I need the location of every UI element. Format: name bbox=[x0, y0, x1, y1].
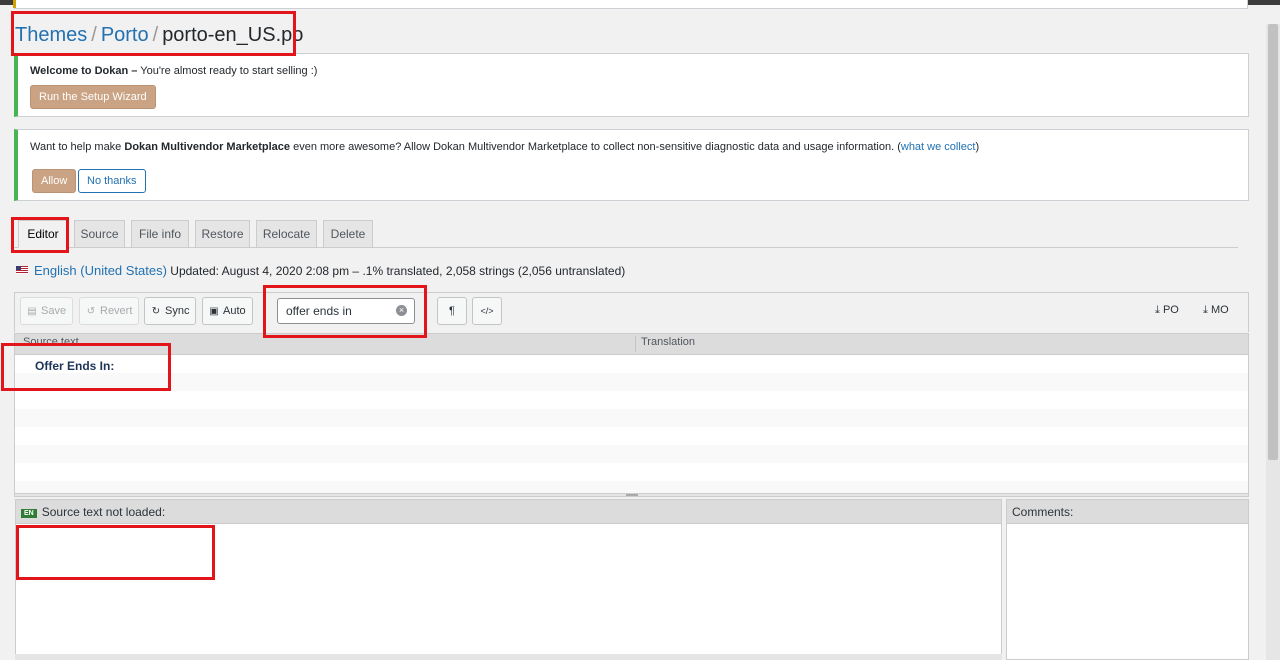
column-translation[interactable]: Translation bbox=[641, 336, 695, 348]
column-source-text[interactable]: Source text bbox=[23, 336, 79, 348]
download-po-label: PO bbox=[1162, 304, 1179, 316]
comments-panel: Comments: bbox=[1006, 499, 1249, 660]
search-input[interactable]: offer ends in × bbox=[277, 298, 415, 324]
source-panel-header: EN Source text not loaded: bbox=[16, 500, 1001, 524]
empty-row bbox=[15, 445, 1248, 463]
sync-button[interactable]: ↻ Sync bbox=[144, 297, 197, 325]
column-divider bbox=[635, 336, 636, 352]
editor-toolbar bbox=[14, 292, 1249, 332]
welcome-title: Welcome to Dokan – bbox=[30, 65, 138, 77]
breadcrumb-file: porto-en_US.po bbox=[162, 24, 304, 46]
comments-panel-header: Comments: bbox=[1007, 500, 1248, 524]
strings-grid-header: Source text Translation bbox=[14, 333, 1249, 355]
search-value: offer ends in bbox=[286, 304, 352, 318]
tracking-notice: Want to help make Dokan Multivendor Mark… bbox=[14, 129, 1249, 201]
breadcrumb-porto-link[interactable]: Porto bbox=[101, 24, 149, 46]
tab-delete[interactable]: Delete bbox=[323, 220, 373, 248]
scrollbar-thumb[interactable] bbox=[1268, 24, 1278, 460]
empty-row bbox=[15, 481, 1248, 493]
welcome-message: You're almost ready to start selling :) bbox=[140, 65, 318, 77]
tracking-text-before: Want to help make bbox=[30, 141, 122, 153]
row-source-text: Offer Ends In: bbox=[35, 359, 115, 373]
revert-button[interactable]: ↺ Revert bbox=[79, 297, 140, 325]
tab-file-info[interactable]: File info bbox=[131, 220, 189, 248]
save-label: Save bbox=[41, 305, 67, 317]
us-flag-icon bbox=[16, 266, 28, 274]
top-notice-accent bbox=[13, 0, 16, 8]
table-row[interactable]: Offer Ends In: bbox=[15, 355, 1248, 373]
breadcrumb: Themes / Porto / porto-en_US.po bbox=[15, 22, 303, 48]
tracking-product-name: Dokan Multivendor Marketplace bbox=[124, 141, 291, 153]
tracking-notice-text: Want to help make Dokan Multivendor Mark… bbox=[30, 140, 979, 154]
allow-button[interactable]: Allow bbox=[32, 169, 77, 193]
tab-restore[interactable]: Restore bbox=[195, 220, 250, 248]
invisibles-toggle-button[interactable]: ¶ bbox=[437, 297, 467, 325]
welcome-notice-text: Welcome to Dokan – You're almost ready t… bbox=[30, 64, 317, 78]
source-panel-label: Source text not loaded: bbox=[41, 505, 166, 519]
download-icon: ⤓ bbox=[1203, 304, 1208, 316]
source-text-panel: EN Source text not loaded: bbox=[15, 499, 1002, 660]
auto-label: Auto bbox=[223, 305, 246, 317]
language-link[interactable]: English (United States) bbox=[34, 263, 167, 278]
robot-icon: ▣ bbox=[209, 306, 219, 317]
tracking-close-paren: ) bbox=[975, 141, 980, 153]
tab-editor[interactable]: Editor bbox=[18, 220, 68, 248]
floppy-icon: ▤ bbox=[27, 306, 37, 317]
welcome-notice: Welcome to Dokan – You're almost ready t… bbox=[14, 53, 1249, 117]
code-view-toggle-button[interactable]: </> bbox=[472, 297, 502, 325]
clear-icon[interactable]: × bbox=[396, 305, 407, 316]
run-setup-wizard-button[interactable]: Run the Setup Wizard bbox=[30, 85, 156, 109]
strings-grid: Offer Ends In: bbox=[14, 355, 1249, 495]
sync-label: Sync bbox=[165, 305, 190, 317]
top-notice-stub bbox=[14, 0, 1248, 9]
tab-source[interactable]: Source bbox=[74, 220, 125, 248]
locale-info: English (United States) Updated: August … bbox=[16, 263, 625, 279]
download-mo-label: MO bbox=[1210, 304, 1229, 316]
locale-status: Updated: August 4, 2020 2:08 pm – .1% tr… bbox=[170, 264, 626, 278]
en-badge: EN bbox=[21, 509, 37, 518]
tracking-text-after: even more awesome? Allow Dokan Multivend… bbox=[293, 141, 901, 153]
what-we-collect-link[interactable]: what we collect bbox=[901, 141, 976, 153]
breadcrumb-separator: / bbox=[91, 24, 97, 46]
empty-row bbox=[15, 373, 1248, 391]
grip-icon bbox=[626, 494, 638, 496]
breadcrumb-themes-link[interactable]: Themes bbox=[15, 24, 87, 46]
sync-icon: ↻ bbox=[151, 306, 161, 317]
tab-relocate[interactable]: Relocate bbox=[256, 220, 317, 248]
auto-button[interactable]: ▣ Auto bbox=[202, 297, 253, 325]
empty-row bbox=[15, 409, 1248, 427]
breadcrumb-separator: / bbox=[152, 24, 159, 46]
download-mo-button[interactable]: ⤓ MO bbox=[1203, 304, 1229, 317]
no-thanks-button[interactable]: No thanks bbox=[78, 169, 146, 193]
download-po-button[interactable]: ⤓ PO bbox=[1155, 304, 1179, 317]
save-button[interactable]: ▤ Save bbox=[20, 297, 74, 325]
revert-label: Revert bbox=[100, 305, 133, 317]
source-panel-resize-handle[interactable] bbox=[15, 654, 1002, 660]
download-icon: ⤓ bbox=[1155, 304, 1160, 316]
undo-icon: ↺ bbox=[86, 306, 96, 317]
